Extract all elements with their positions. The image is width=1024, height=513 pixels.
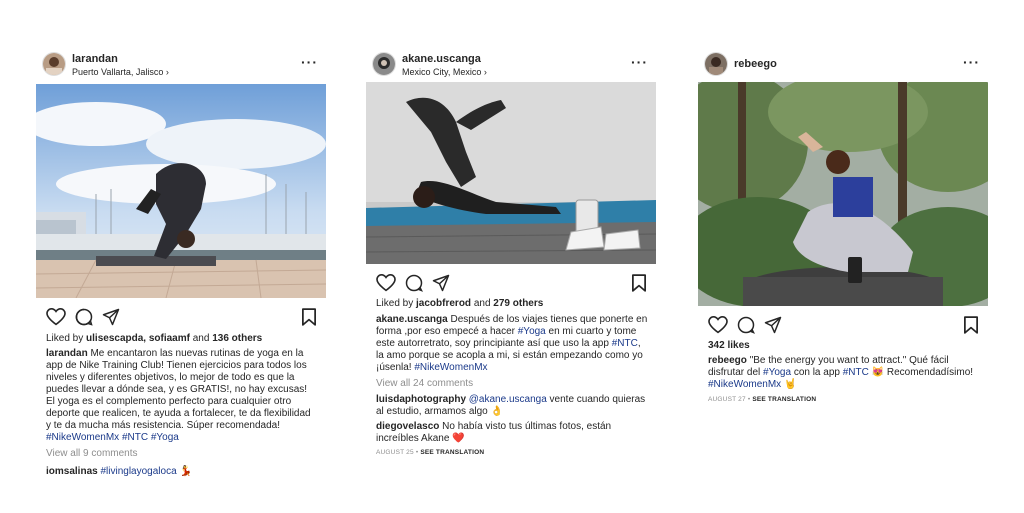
caption-text-3: 😻 Recomendadísimo!: [871, 367, 974, 378]
caption-hashtags[interactable]: #NikeWomenMx #NTC #Yoga: [46, 432, 179, 443]
comment-icon[interactable]: [75, 308, 93, 326]
caption-hashtag-ntc[interactable]: #NTC: [843, 367, 869, 378]
caption-hashtag-nikewomenmx[interactable]: #NikeWomenMx: [708, 379, 781, 390]
caption-block: akane.uscanga Después de los viajes tien…: [376, 314, 648, 459]
share-icon[interactable]: [432, 274, 450, 292]
likes-count[interactable]: 342 likes: [708, 340, 750, 351]
more-icon[interactable]: ···: [963, 54, 980, 70]
post-photo[interactable]: [698, 82, 988, 306]
view-all-comments[interactable]: View all 24 comments: [376, 378, 648, 390]
post-date: AUGUST 27: [708, 396, 746, 403]
more-icon[interactable]: ···: [631, 54, 648, 70]
likes-count-label: 342 likes: [708, 340, 750, 351]
comment: iomsalinas #livinglayogaloca 💃: [46, 466, 318, 478]
liked-by-prefix: Liked by: [46, 333, 87, 344]
location[interactable]: Puerto Vallarta, Jalisco ›: [72, 67, 169, 77]
comment-hashtag[interactable]: #livinglayogaloca: [100, 466, 176, 477]
more-icon[interactable]: ···: [301, 54, 318, 70]
comment: luisdaphotography @akane.uscanga vente c…: [376, 394, 648, 418]
location-label: Puerto Vallarta, Jalisco: [72, 67, 164, 77]
post-header: larandan Puerto Vallarta, Jalisco › ···: [36, 50, 326, 84]
username[interactable]: larandan: [72, 53, 118, 65]
post-meta: AUGUST 27 • SEE TRANSLATION: [708, 394, 980, 406]
share-icon[interactable]: [102, 308, 120, 326]
caption-username[interactable]: rebeego: [708, 355, 747, 366]
post-header: akane.uscanga Mexico City, Mexico › ···: [366, 50, 656, 84]
caption-text-2: con la app: [793, 367, 840, 378]
caption-hashtag-yoga[interactable]: #Yoga: [763, 367, 791, 378]
comment-mention[interactable]: @akane.uscanga: [469, 394, 547, 405]
liked-by-others[interactable]: 279 others: [493, 298, 543, 309]
action-bar: [36, 306, 326, 328]
comment-emoji: 💃: [179, 466, 192, 477]
likes-summary: Liked by jacobfrerod and 279 others: [376, 298, 543, 309]
share-icon[interactable]: [764, 316, 782, 334]
heart-icon[interactable]: [376, 274, 396, 292]
caption: akane.uscanga Después de los viajes tien…: [376, 314, 648, 374]
post-photo[interactable]: [36, 84, 326, 298]
caption-username[interactable]: akane.uscanga: [376, 314, 448, 325]
liked-by-prefix: Liked by: [376, 298, 417, 309]
location[interactable]: Mexico City, Mexico ›: [402, 67, 487, 77]
post-photo[interactable]: [366, 82, 656, 264]
bookmark-icon[interactable]: [302, 308, 316, 326]
caption-block: larandan Me encantaron las nuevas rutina…: [46, 348, 318, 478]
liked-by-and: and: [189, 333, 213, 344]
username[interactable]: rebeego: [734, 58, 777, 70]
avatar[interactable]: [704, 52, 728, 76]
heart-icon[interactable]: [708, 316, 728, 334]
post-header: rebeego ···: [698, 50, 988, 84]
comment-username[interactable]: luisdaphotography: [376, 394, 466, 405]
caption-hashtag-yoga[interactable]: #Yoga: [518, 326, 546, 337]
comment-username[interactable]: iomsalinas: [46, 466, 98, 477]
bookmark-icon[interactable]: [632, 274, 646, 292]
liked-by-users[interactable]: ulisescapda, sofiaamf: [86, 333, 190, 344]
avatar[interactable]: [42, 52, 66, 76]
post-date: AUGUST 25: [376, 449, 414, 456]
likes-summary: Liked by ulisescapda, sofiaamf and 136 o…: [46, 333, 262, 344]
view-all-comments[interactable]: View all 9 comments: [46, 448, 318, 460]
caption-username[interactable]: larandan: [46, 348, 88, 359]
username[interactable]: akane.uscanga: [402, 53, 481, 65]
comment-icon[interactable]: [405, 274, 423, 292]
liked-by-others[interactable]: 136 others: [212, 333, 262, 344]
comment: diegovelasco No había visto tus últimas …: [376, 421, 648, 445]
chevron-right-icon: ›: [483, 67, 487, 77]
avatar[interactable]: [372, 52, 396, 76]
comment-icon[interactable]: [737, 316, 755, 334]
bookmark-icon[interactable]: [964, 316, 978, 334]
action-bar: [366, 272, 656, 294]
caption-block: rebeego "Be the energy you want to attra…: [708, 355, 980, 406]
caption-emoji: 🤘: [783, 379, 797, 390]
post-meta: AUGUST 25 • SEE TRANSLATION: [376, 447, 648, 459]
caption-text: Me encantaron las nuevas rutinas de yoga…: [46, 348, 311, 431]
heart-icon[interactable]: [46, 308, 66, 326]
comment-username[interactable]: diegovelasco: [376, 421, 439, 432]
location-label: Mexico City, Mexico: [402, 67, 482, 77]
see-translation-link[interactable]: SEE TRANSLATION: [752, 396, 816, 403]
liked-by-and: and: [471, 298, 494, 309]
see-translation-link[interactable]: SEE TRANSLATION: [420, 449, 484, 456]
caption-hashtag-ntc[interactable]: #NTC: [612, 338, 638, 349]
chevron-right-icon: ›: [165, 67, 169, 77]
liked-by-users[interactable]: jacobfrerod: [416, 298, 471, 309]
caption: rebeego "Be the energy you want to attra…: [708, 355, 980, 391]
caption-hashtag-nikewomenmx[interactable]: #NikeWomenMx: [414, 362, 487, 373]
caption: larandan Me encantaron las nuevas rutina…: [46, 348, 318, 444]
action-bar: [698, 314, 988, 336]
